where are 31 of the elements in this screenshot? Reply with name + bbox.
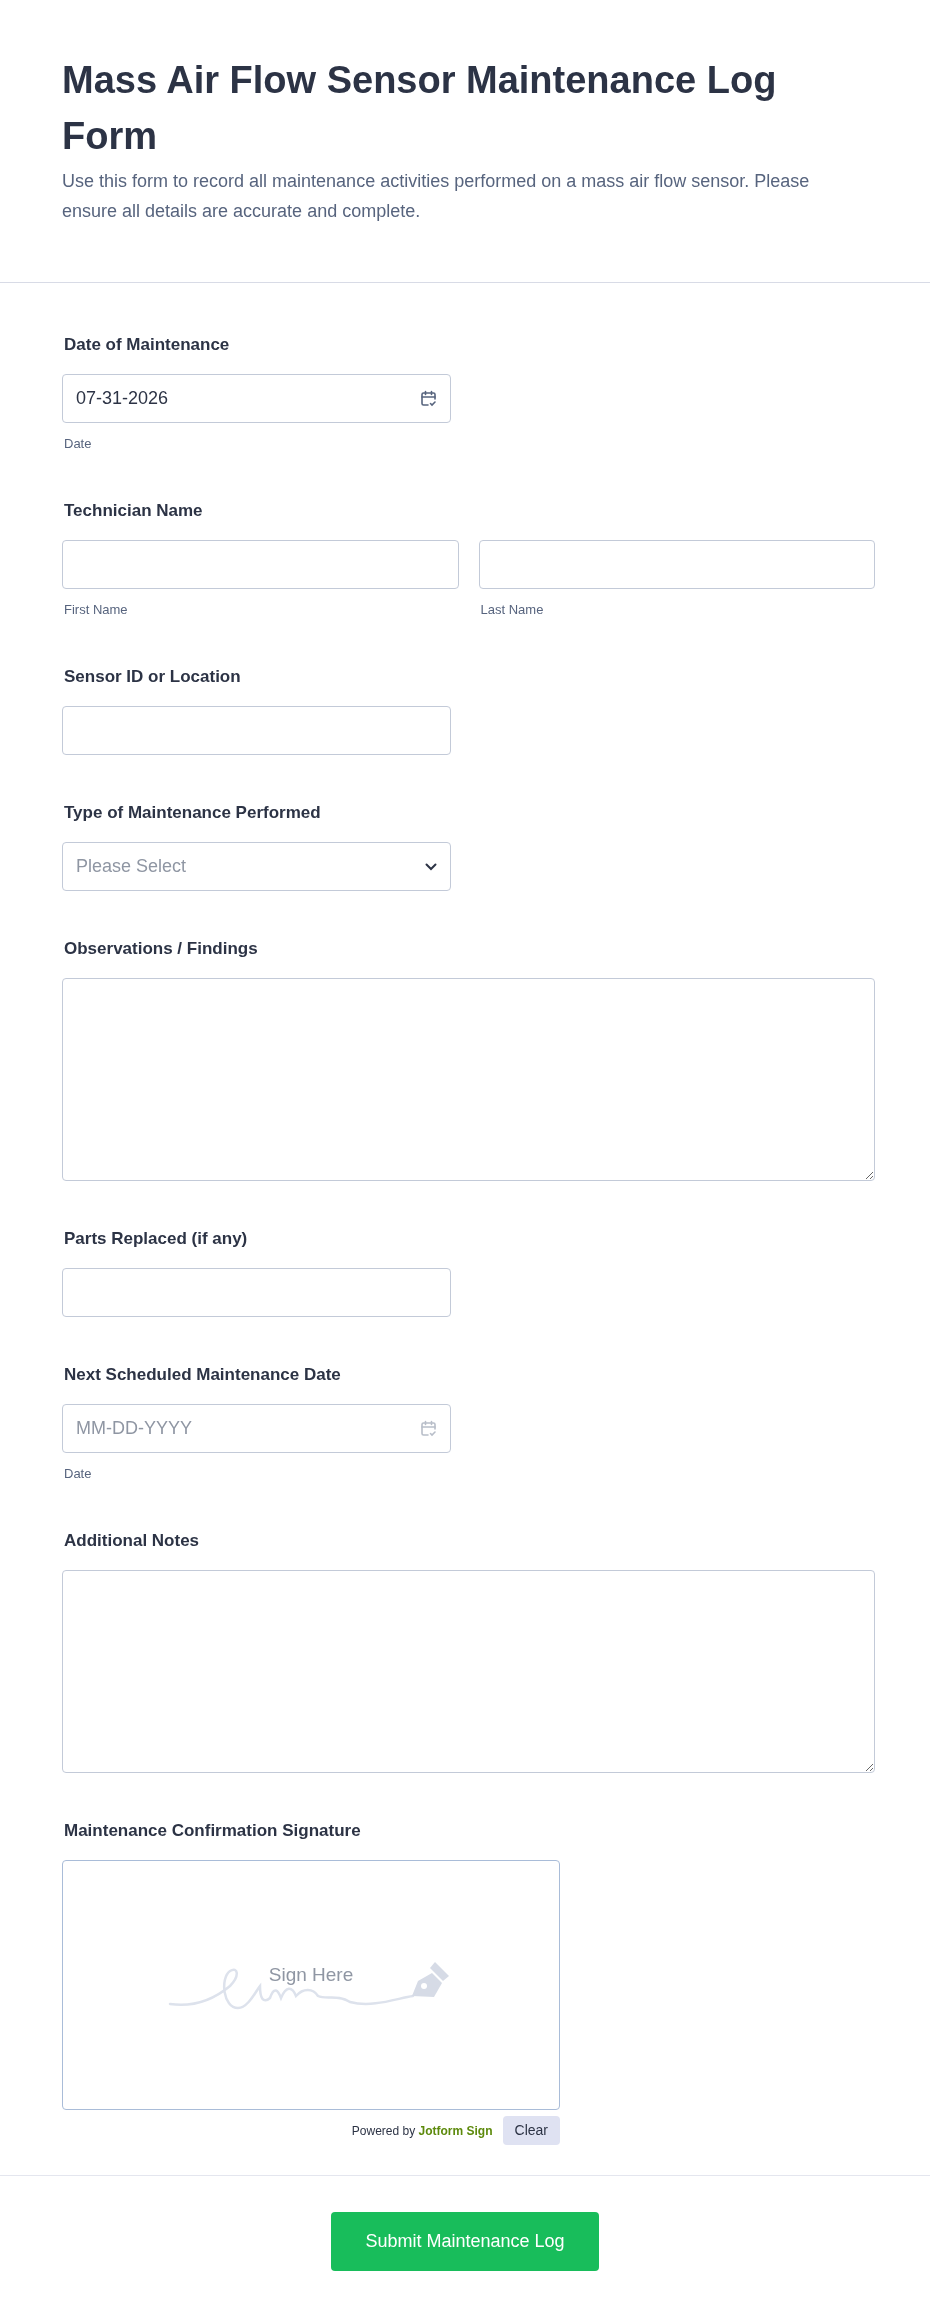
text-field[interactable] (62, 1268, 451, 1317)
dropdown-field[interactable]: Please Select (62, 842, 451, 891)
clear-button[interactable]: Clear (502, 2116, 560, 2145)
field-label: Additional Notes (64, 1530, 201, 1552)
field-label: Date of Maintenance (64, 334, 231, 356)
field-label: Next Scheduled Maintenance Date (64, 1364, 342, 1386)
field-sublabel: Date (64, 435, 93, 453)
signature-pad[interactable]: Sign Here (62, 1860, 560, 2110)
text-area[interactable] (62, 978, 875, 1181)
field-label: Parts Replaced (if any) (64, 1228, 249, 1250)
submit-button[interactable]: Submit Maintenance Log (331, 2212, 599, 2271)
powered-by-text: Powered by Jotform Sign (351, 2122, 493, 2140)
sign-here-prompt: Sign Here (267, 1963, 355, 1987)
form-description: Use this form to record all maintenance activities performed on a mass air flow sensor. Please ensure all details are accurate and complete. (62, 170, 811, 223)
text-field[interactable] (62, 706, 451, 755)
field-sublabel: Date (64, 1465, 93, 1483)
text-field[interactable] (62, 540, 459, 589)
text-area[interactable] (62, 1570, 875, 1773)
field-label: Maintenance Confirmation Signature (64, 1820, 362, 1842)
field-label: Technician Name (64, 500, 204, 522)
field-sublabel: First Name (64, 601, 129, 619)
field-label: Observations / Findings (64, 938, 259, 960)
field-label: Sensor ID or Location (64, 666, 242, 688)
calendar-icon[interactable] (420, 390, 437, 407)
text-field[interactable] (478, 540, 875, 589)
field-label: Type of Maintenance Performed (64, 802, 322, 824)
date-field[interactable]: MM-DD-YYYY (62, 1404, 451, 1453)
date-field[interactable]: 07-31-2026 (62, 374, 451, 423)
chevron-down-icon[interactable] (425, 862, 437, 871)
field-sublabel: Last Name (480, 601, 545, 619)
form-title: Mass Air Flow Sensor Maintenance Log Form (62, 58, 778, 159)
